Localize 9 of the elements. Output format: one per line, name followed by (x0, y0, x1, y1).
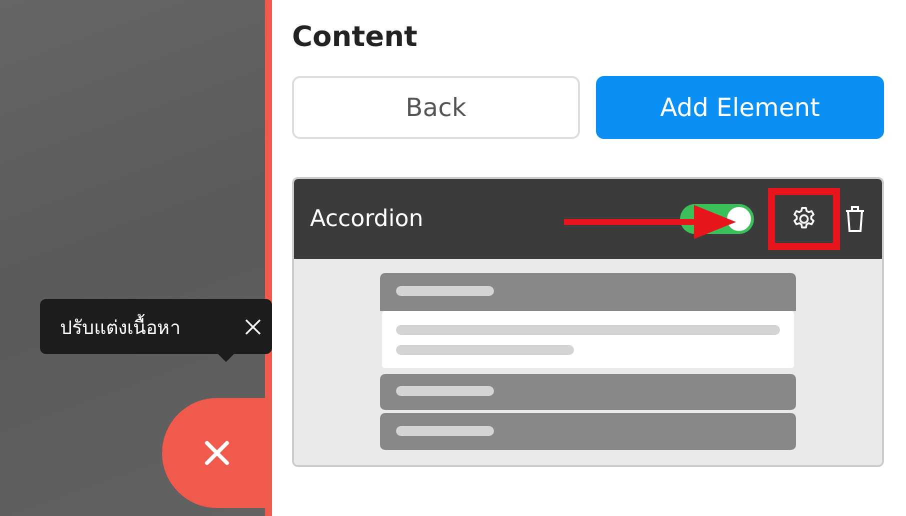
close-icon (244, 318, 262, 336)
panel-title: Content (292, 19, 418, 55)
back-button[interactable]: Back (292, 76, 580, 139)
tooltip-close-button[interactable] (244, 318, 262, 336)
element-title: Accordion (310, 206, 424, 232)
trash-icon (844, 205, 866, 233)
close-icon (204, 440, 230, 466)
tooltip-text: ปรับแต่งเนื้อหา (60, 312, 181, 342)
delete-button[interactable] (844, 205, 866, 233)
